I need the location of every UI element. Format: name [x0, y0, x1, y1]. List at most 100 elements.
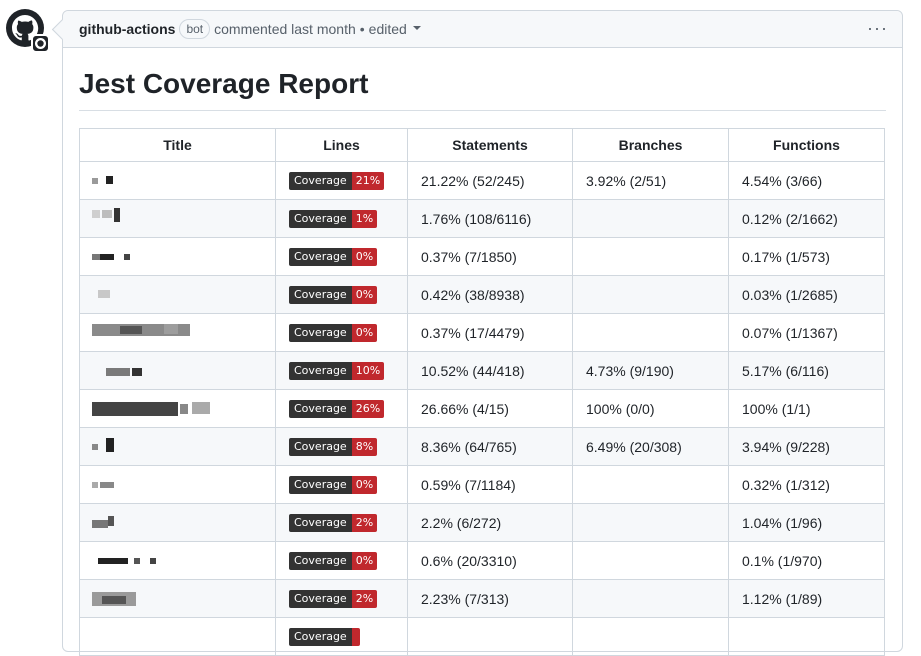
row-title-redacted[interactable]: [79, 351, 276, 390]
redacted-text: [92, 390, 223, 427]
redacted-text: [92, 580, 223, 617]
coverage-badge-label: Coverage: [289, 514, 352, 532]
row-statements: 0.37% (17/4479): [407, 313, 573, 352]
row-title-redacted[interactable]: [79, 161, 276, 200]
coverage-badge-value: 0%: [351, 248, 378, 266]
row-lines: Coverage 10%: [275, 351, 408, 390]
row-functions: 0.1% (1/970): [728, 541, 885, 580]
row-title-redacted[interactable]: [79, 199, 276, 238]
redacted-text: [92, 542, 223, 579]
table-row: Coverage 21% 21.22% (52/245) 3.92% (2/51) 4.…: [79, 161, 885, 200]
row-title-redacted[interactable]: [79, 389, 276, 428]
table-row: Coverage 0% 0.6% (20/3310) 0.1% (1/970): [79, 541, 885, 580]
coverage-badge-label: Coverage: [289, 172, 352, 190]
coverage-badge-label: Coverage: [289, 248, 352, 266]
coverage-badge-value: 10%: [351, 362, 385, 380]
coverage-badge: Coverage 0%: [289, 286, 378, 304]
row-lines: Coverage 26%: [275, 389, 408, 428]
row-statements: 21.22% (52/245): [407, 161, 573, 200]
header-branches: Branches: [572, 128, 729, 162]
row-functions: 4.54% (3/66): [728, 161, 885, 200]
author-link[interactable]: github-actions: [79, 21, 175, 37]
header-functions: Functions: [728, 128, 885, 162]
table-row: Coverage 0% 0.42% (38/8938) 0.03% (1/2685): [79, 275, 885, 314]
table-row: Coverage 2% 2.2% (6/272) 1.04% (1/96): [79, 503, 885, 542]
row-title-redacted[interactable]: [79, 465, 276, 504]
coverage-badge-value: 2%: [351, 514, 378, 532]
kebab-horizontal-icon[interactable]: ···: [867, 19, 888, 37]
redacted-text: [92, 314, 223, 351]
row-functions: 5.17% (6/116): [728, 351, 885, 390]
row-lines: Coverage 0%: [275, 541, 408, 580]
row-title-redacted[interactable]: [79, 237, 276, 276]
row-statements: 2.2% (6/272): [407, 503, 573, 542]
coverage-badge: Coverage 1%: [289, 210, 378, 228]
coverage-badge: Coverage 21%: [289, 172, 385, 190]
redacted-text: [92, 162, 223, 199]
coverage-badge-label: Coverage: [289, 476, 352, 494]
coverage-badge-value: 21%: [351, 172, 385, 190]
redacted-text: [92, 352, 223, 389]
row-statements: 2.23% (7/313): [407, 579, 573, 618]
row-branches: [572, 503, 729, 542]
redacted-text: [92, 618, 223, 655]
row-lines: Coverage 21%: [275, 161, 408, 200]
table-row: Coverage 0% 0.59% (7/1184) 0.32% (1/312): [79, 465, 885, 504]
coverage-badge-value: 1%: [351, 210, 378, 228]
coverage-badge-value: 0%: [351, 476, 378, 494]
row-branches: 4.73% (9/190): [572, 351, 729, 390]
row-title-redacted[interactable]: [79, 503, 276, 542]
table-row: Coverage: [79, 617, 885, 656]
separator-dot: •: [359, 21, 365, 37]
row-statements: 10.52% (44/418): [407, 351, 573, 390]
edited-dropdown[interactable]: edited: [369, 21, 407, 37]
coverage-badge: Coverage 0%: [289, 324, 378, 342]
comment-box: github-actions bot commented last month …: [62, 10, 903, 656]
row-functions: 0.32% (1/312): [728, 465, 885, 504]
row-branches: [572, 313, 729, 352]
author-avatar[interactable]: [5, 8, 50, 53]
row-title-redacted[interactable]: [79, 313, 276, 352]
row-branches: [572, 579, 729, 618]
row-branches: [572, 617, 729, 656]
coverage-badge-value: 2%: [351, 590, 378, 608]
table-row: Coverage 0% 0.37% (17/4479) 0.07% (1/1367): [79, 313, 885, 352]
row-title-redacted[interactable]: [79, 579, 276, 618]
coverage-badge-label: Coverage: [289, 438, 352, 456]
row-statements: 0.42% (38/8938): [407, 275, 573, 314]
coverage-badge-value: 0%: [351, 286, 378, 304]
row-lines: Coverage 0%: [275, 275, 408, 314]
table-row: Coverage 10% 10.52% (44/418) 4.73% (9/190) 5…: [79, 351, 885, 390]
coverage-badge: Coverage 2%: [289, 514, 378, 532]
row-title-redacted[interactable]: [79, 427, 276, 466]
header-lines: Lines: [275, 128, 408, 162]
row-title-redacted[interactable]: [79, 275, 276, 314]
header-statements: Statements: [407, 128, 573, 162]
coverage-badge-label: Coverage: [289, 590, 352, 608]
comment-body: Jest Coverage Report Title Lines Stateme…: [63, 66, 902, 656]
row-branches: 6.49% (20/308): [572, 427, 729, 466]
comment-meta[interactable]: commented last month: [214, 21, 356, 37]
coverage-badge-value: 8%: [351, 438, 378, 456]
table-row: Coverage 1% 1.76% (108/6116) 0.12% (2/1662): [79, 199, 885, 238]
row-functions: 1.12% (1/89): [728, 579, 885, 618]
coverage-badge-value: 0%: [351, 324, 378, 342]
coverage-badge: Coverage 0%: [289, 248, 378, 266]
row-statements: 26.66% (4/15): [407, 389, 573, 428]
row-functions: 0.12% (2/1662): [728, 199, 885, 238]
coverage-badge: Coverage 26%: [289, 400, 385, 418]
table-row: Coverage 8% 8.36% (64/765) 6.49% (20/308) 3.…: [79, 427, 885, 466]
caret-down-icon[interactable]: [412, 26, 421, 30]
row-lines: Coverage 2%: [275, 503, 408, 542]
row-title-redacted[interactable]: [79, 617, 276, 656]
row-functions: [728, 617, 885, 656]
row-title-redacted[interactable]: [79, 541, 276, 580]
comment-header: github-actions bot commented last month …: [63, 11, 902, 48]
row-lines: Coverage 0%: [275, 313, 408, 352]
row-functions: 0.03% (1/2685): [728, 275, 885, 314]
coverage-badge-label: Coverage: [289, 286, 352, 304]
row-branches: [572, 199, 729, 238]
row-statements: 0.37% (7/1850): [407, 237, 573, 276]
coverage-table: Title Lines Statements Branches Function…: [79, 128, 885, 656]
table-row: Coverage 26% 26.66% (4/15) 100% (0/0) 100% (…: [79, 389, 885, 428]
